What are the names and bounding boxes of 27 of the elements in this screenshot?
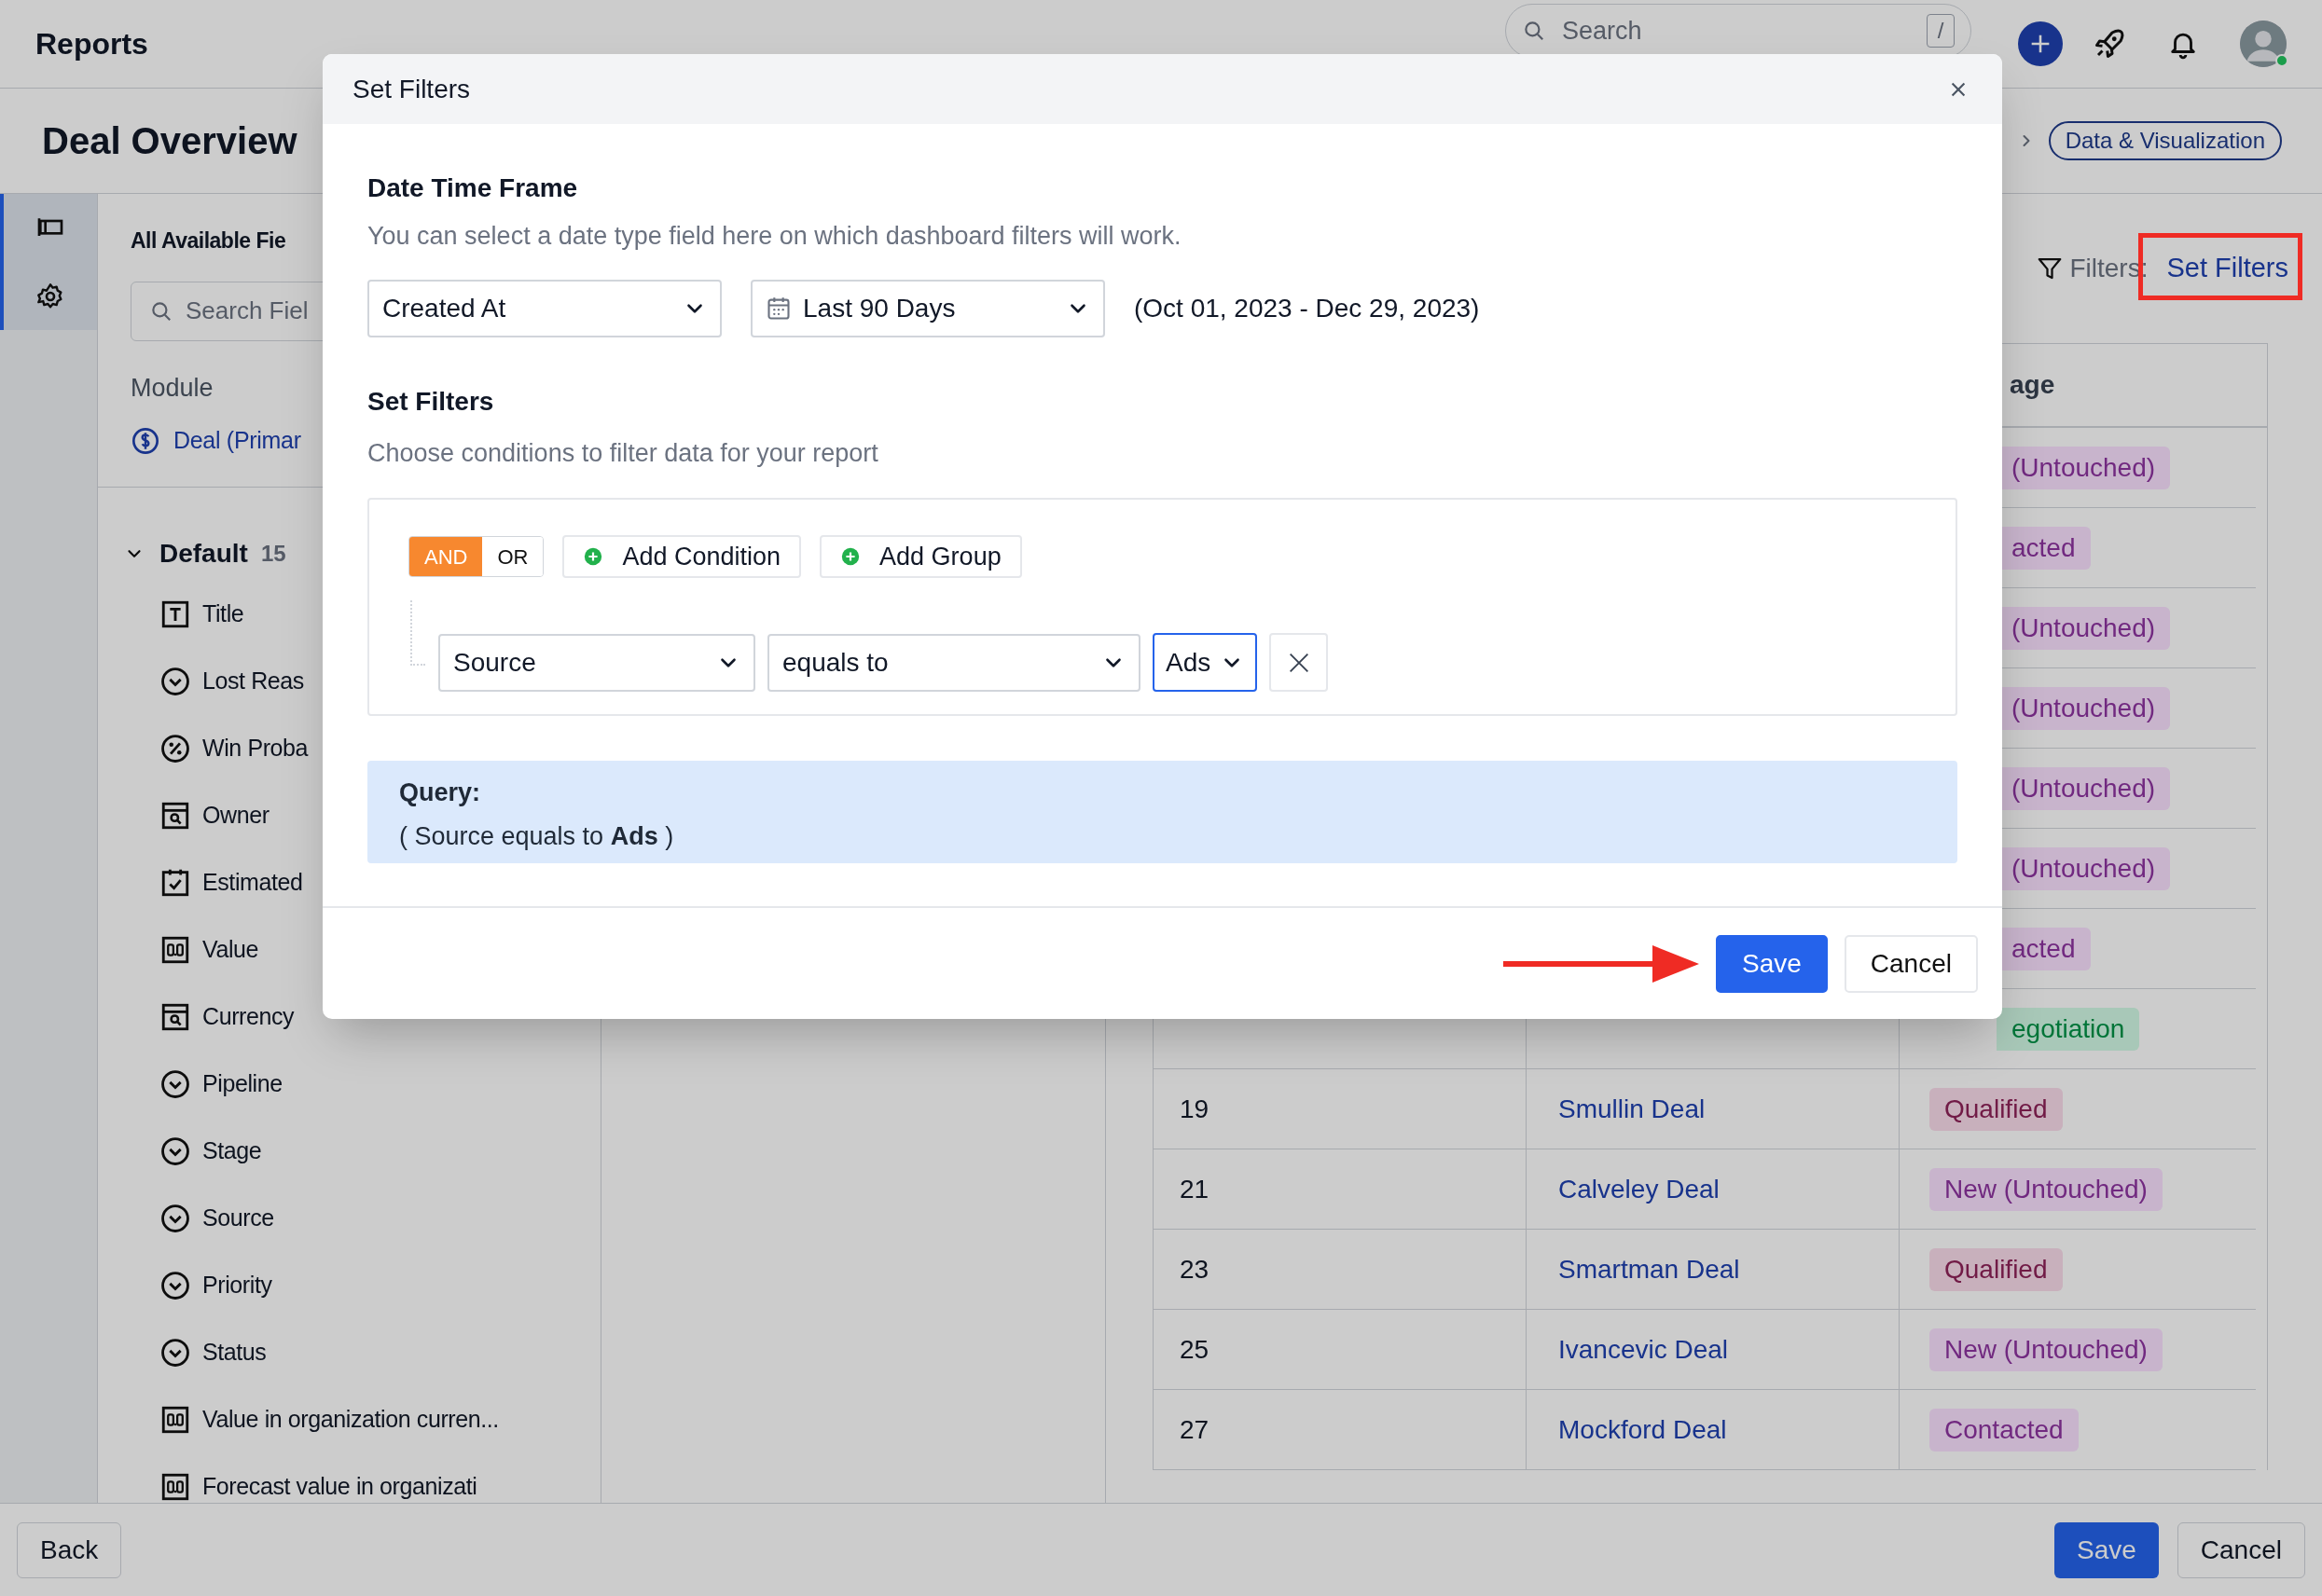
dialog-title: Set Filters [352, 73, 471, 105]
date-range-text: (Oct 01, 2023 - Dec 29, 2023) [1134, 292, 1480, 324]
section-title: Set Filters [367, 385, 495, 418]
app-title: Reports [35, 26, 148, 62]
column-header: age [2010, 369, 2055, 401]
stage-badge: New (Untouched) [1929, 1167, 2163, 1211]
section-title: Date Time Frame [367, 172, 579, 204]
stage-badge: egotiation [1997, 1007, 2140, 1051]
stage-badge: Qualified [1929, 1087, 2063, 1131]
panel-title: All Available Fie [131, 227, 286, 255]
table-cell-text: 25 [1180, 1333, 1209, 1366]
stage-badge: Contacted [1929, 1408, 2079, 1452]
module-label: Module [131, 372, 214, 404]
section-description: Choose conditions to filter data for your report [367, 437, 879, 469]
table-cell-text: 27 [1180, 1413, 1209, 1446]
group-label: Default [159, 537, 248, 570]
table-cell-text: 21 [1180, 1173, 1209, 1205]
stage-badge: Qualified [1929, 1247, 2063, 1291]
stage-badge: New (Untouched) [1929, 1328, 2163, 1371]
field-count: 15 [260, 539, 286, 568]
table-cell-text: 23 [1180, 1253, 1209, 1286]
shortcut-key: / [1927, 14, 1955, 48]
query-text: ( Source equals to Ads ) [399, 820, 675, 852]
query-label: Query: [399, 777, 482, 808]
table-cell-text: 19 [1180, 1093, 1209, 1125]
page-title: Deal Overview [42, 119, 297, 163]
section-description: You can select a date type field here on which dashboard filters will work. [367, 221, 1182, 252]
